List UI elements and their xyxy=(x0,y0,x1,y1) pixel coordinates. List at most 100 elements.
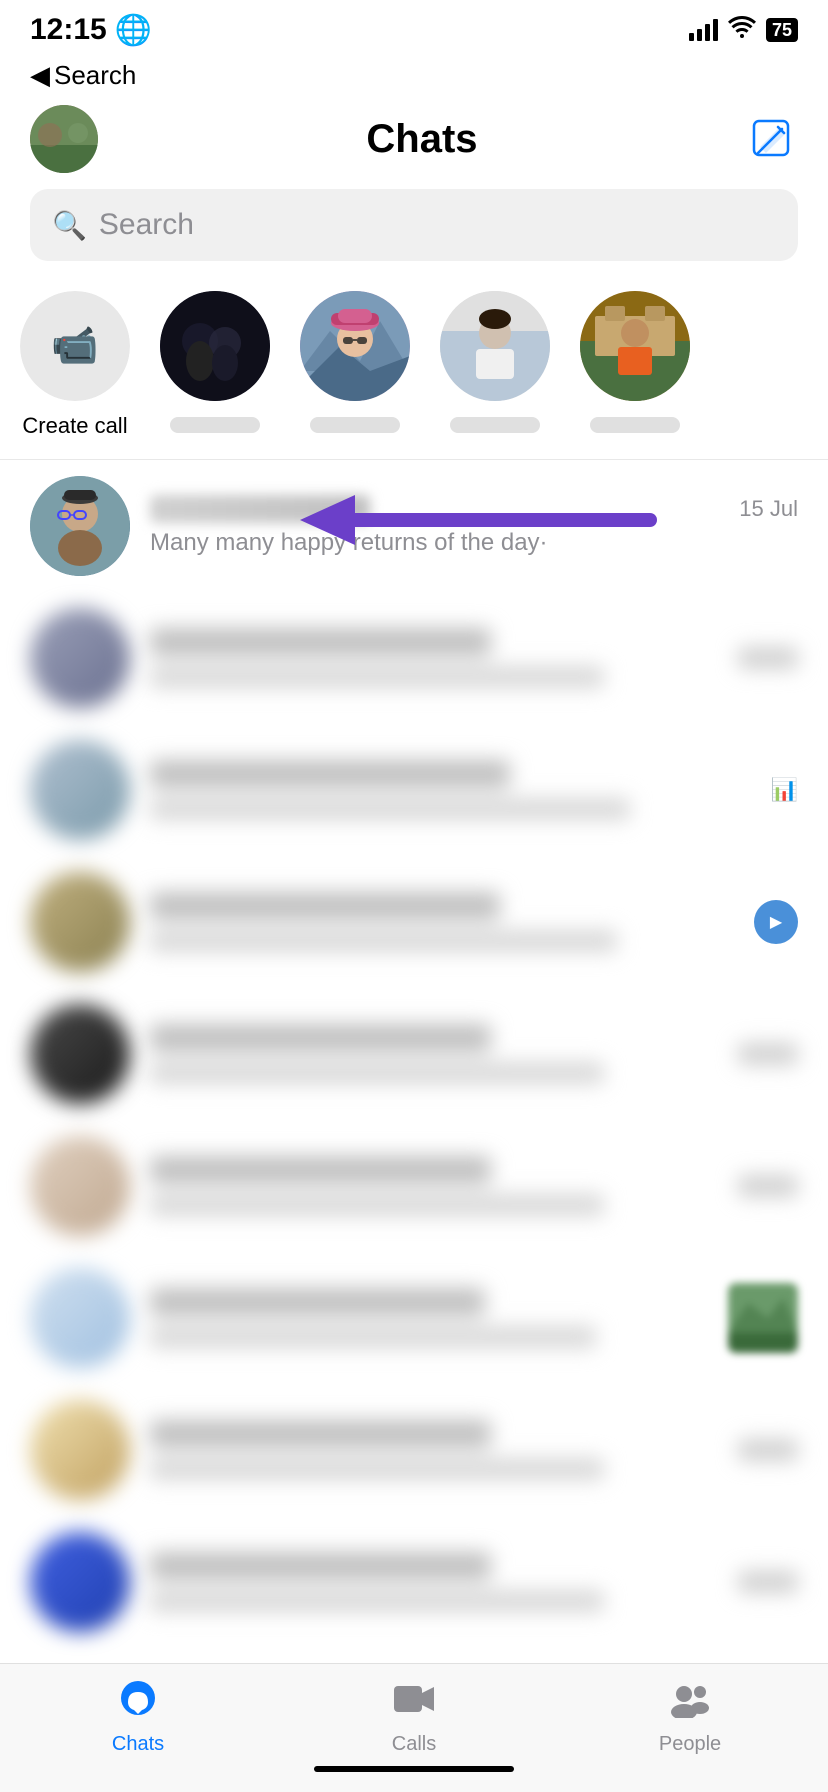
nav-item-calls[interactable]: Calls xyxy=(276,1680,552,1756)
story-avatar-4[interactable] xyxy=(580,291,690,401)
chat-preview-first: Many many happy returns of the day· xyxy=(150,529,798,557)
blurred-preview-8 xyxy=(150,1590,604,1612)
blurred-time-1 xyxy=(738,647,798,669)
create-call-avatar[interactable]: 📹 xyxy=(20,291,130,401)
story-name-blur-2 xyxy=(310,417,400,433)
globe-icon: 🌐 xyxy=(115,13,152,48)
create-call-button[interactable]: 📹 xyxy=(20,291,130,401)
blurred-name-5 xyxy=(150,1156,491,1184)
home-indicator xyxy=(314,1766,514,1772)
blurred-preview-5 xyxy=(150,1194,604,1216)
signal-bar-3 xyxy=(705,24,710,41)
calls-tab-label: Calls xyxy=(392,1733,436,1756)
chats-tab-label: Chats xyxy=(112,1733,164,1756)
blurred-content-3 xyxy=(150,892,734,952)
blurred-chat-6[interactable] xyxy=(0,1252,828,1384)
blurred-time-7 xyxy=(738,1439,798,1461)
blurred-chat-8[interactable] xyxy=(0,1516,828,1648)
search-placeholder-text: Search xyxy=(99,208,194,242)
blurred-avatar-3 xyxy=(30,872,130,972)
chats-icon xyxy=(118,1680,158,1727)
blurred-avatar-8 xyxy=(30,1532,130,1632)
blurred-name-1 xyxy=(150,628,491,656)
blurred-chat-3[interactable]: ▶ xyxy=(0,856,828,988)
blurred-avatar-7 xyxy=(30,1400,130,1500)
blurred-name-4 xyxy=(150,1024,491,1052)
image-thumbnail xyxy=(728,1283,798,1353)
chat-list: 15 Jul Many many happy returns of the da… xyxy=(0,460,828,1780)
story-avatar-1[interactable] xyxy=(160,291,270,401)
status-icons: 75 xyxy=(689,16,798,44)
signal-bar-2 xyxy=(697,29,702,41)
blurred-avatar-1 xyxy=(30,608,130,708)
create-call-label: Create call xyxy=(20,413,130,439)
search-icon: 🔍 xyxy=(52,209,87,242)
chat-name-blurred xyxy=(150,495,370,523)
chat-content-first: 15 Jul Many many happy returns of the da… xyxy=(150,495,798,557)
story-item-1[interactable] xyxy=(160,291,270,433)
story-avatar-3[interactable] xyxy=(440,291,550,401)
blurred-time-4 xyxy=(738,1043,798,1065)
back-button[interactable]: ◀ Search xyxy=(0,54,828,97)
blurred-chat-5[interactable] xyxy=(0,1120,828,1252)
blurred-content-8 xyxy=(150,1552,718,1612)
status-bar: 12:15 🌐 75 xyxy=(0,0,828,54)
blurred-content-6 xyxy=(150,1288,708,1348)
nav-item-chats[interactable]: Chats xyxy=(0,1680,276,1756)
blurred-preview-3 xyxy=(150,930,617,952)
chat-avatar-first xyxy=(30,476,130,576)
chat-name-row-first: 15 Jul xyxy=(150,495,798,523)
blurred-content-1 xyxy=(150,628,718,688)
create-call-item[interactable]: 📹 Create call xyxy=(20,291,130,439)
story-item-4[interactable] xyxy=(580,291,690,433)
blurred-avatar-6 xyxy=(30,1268,130,1368)
chart-icon: 📊 xyxy=(771,777,798,803)
chat-time-first: 15 Jul xyxy=(739,496,798,522)
blurred-name-7 xyxy=(150,1420,491,1448)
nav-item-people[interactable]: People xyxy=(552,1680,828,1756)
time-display: 12:15 xyxy=(30,13,107,47)
blurred-preview-2 xyxy=(150,798,630,820)
story-name-blur-4 xyxy=(590,417,680,433)
search-bar-container: 🔍 Search xyxy=(0,189,828,281)
blurred-preview-4 xyxy=(150,1062,604,1084)
blurred-chats-section: 📊 ▶ xyxy=(0,592,828,1648)
blurred-chat-7[interactable] xyxy=(0,1384,828,1516)
wifi-icon xyxy=(728,16,756,44)
blurred-name-3 xyxy=(150,892,500,920)
signal-bar-4 xyxy=(713,19,718,41)
calls-icon xyxy=(392,1680,436,1727)
battery-indicator: 75 xyxy=(766,18,798,42)
blurred-avatar-5 xyxy=(30,1136,130,1236)
search-bar[interactable]: 🔍 Search xyxy=(30,189,798,261)
signal-strength xyxy=(689,19,718,41)
blue-badge: ▶ xyxy=(754,900,798,944)
blurred-content-7 xyxy=(150,1420,718,1480)
story-avatar-2[interactable] xyxy=(300,291,410,401)
stories-row[interactable]: 📹 Create call xyxy=(0,281,828,459)
story-name-blur-3 xyxy=(450,417,540,433)
blurred-preview-6 xyxy=(150,1326,596,1348)
chat-item-first[interactable]: 15 Jul Many many happy returns of the da… xyxy=(0,460,828,592)
story-item-2[interactable] xyxy=(300,291,410,433)
story-item-3[interactable] xyxy=(440,291,550,433)
blurred-name-8 xyxy=(150,1552,491,1580)
blurred-name-2 xyxy=(150,760,510,788)
story-name-blur-1 xyxy=(170,417,260,433)
blurred-time-5 xyxy=(738,1175,798,1197)
back-arrow-icon: ◀ xyxy=(30,60,50,91)
blurred-chat-4[interactable] xyxy=(0,988,828,1120)
battery-level: 75 xyxy=(772,20,792,41)
blurred-chat-2[interactable]: 📊 xyxy=(0,724,828,856)
blurred-avatar-2 xyxy=(30,740,130,840)
blurred-chat-1[interactable] xyxy=(0,592,828,724)
people-icon xyxy=(666,1680,714,1727)
profile-avatar[interactable] xyxy=(30,105,98,173)
page-title: Chats xyxy=(366,117,477,162)
blurred-name-6 xyxy=(150,1288,485,1316)
compose-button[interactable] xyxy=(746,113,798,165)
blurred-avatar-4 xyxy=(30,1004,130,1104)
bottom-nav: Chats Calls People xyxy=(0,1663,828,1792)
blurred-time-8 xyxy=(738,1571,798,1593)
blurred-preview-1 xyxy=(150,666,604,688)
